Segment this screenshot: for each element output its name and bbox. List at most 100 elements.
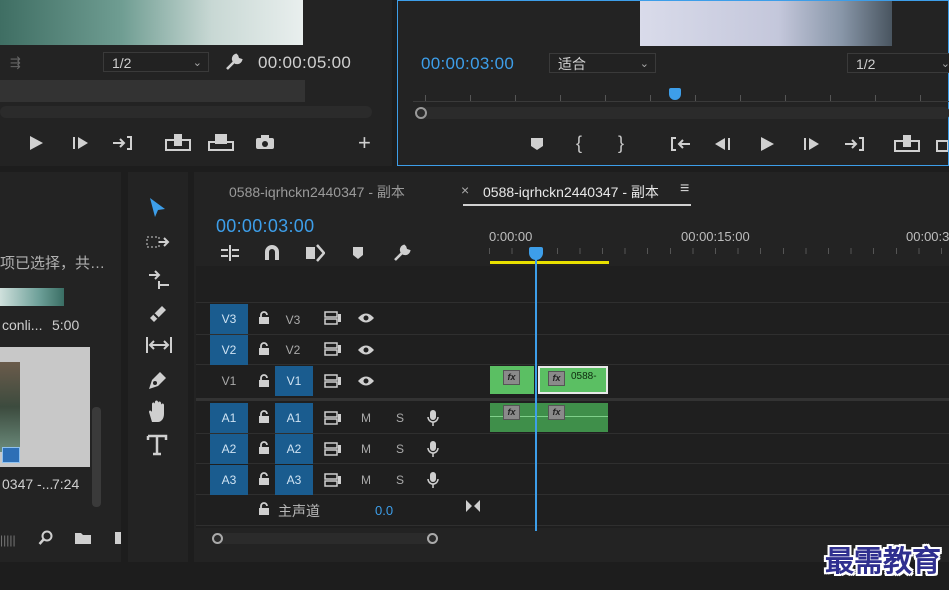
solo-button[interactable]: S [381, 403, 419, 433]
linked-selection-icon[interactable] [305, 244, 325, 262]
program-playhead-icon[interactable] [669, 88, 681, 100]
selection-tool-icon[interactable] [146, 196, 172, 222]
lock-icon[interactable] [258, 502, 270, 516]
new-item-icon[interactable] [114, 531, 121, 545]
timeline-tab-1[interactable]: 0588-iqrhckn2440347 - 副本 [229, 182, 405, 202]
step-forward-icon[interactable] [803, 136, 821, 152]
type-tool-icon[interactable] [146, 434, 172, 460]
sync-lock-icon[interactable] [324, 473, 342, 487]
solo-button[interactable]: S [381, 465, 419, 495]
nest-toggle-icon[interactable] [220, 244, 240, 262]
add-button-icon[interactable]: + [358, 132, 371, 154]
master-volume-value[interactable]: 0.0 [375, 503, 393, 518]
track-select-tool-icon[interactable] [146, 232, 172, 258]
wrench-icon[interactable] [224, 52, 244, 72]
go-to-out-icon[interactable] [112, 135, 134, 151]
zoom-handle-left[interactable] [212, 533, 223, 544]
track-target-a3[interactable]: A3 [275, 465, 313, 495]
add-marker-icon[interactable] [530, 137, 544, 151]
lock-icon[interactable] [258, 472, 270, 486]
timeline-zoom-scrollbar[interactable] [212, 533, 438, 544]
eye-icon[interactable] [357, 344, 375, 356]
eye-icon[interactable] [357, 375, 375, 387]
source-zoom-select[interactable]: 1/2 ⌄ [103, 52, 209, 72]
lock-icon[interactable] [258, 374, 270, 388]
video-clip-2[interactable]: fx 0588- [538, 366, 608, 394]
fit-select[interactable]: 适合 ⌄ [549, 53, 656, 73]
track-target-a2[interactable]: A2 [275, 434, 313, 464]
source-patch-v2[interactable]: V2 [210, 335, 248, 365]
source-ruler[interactable] [0, 80, 305, 102]
source-patch-v1[interactable]: V1 [210, 366, 248, 396]
go-to-edit-point-icon[interactable] [465, 499, 481, 513]
eye-icon[interactable] [357, 312, 375, 324]
overwrite-icon[interactable] [208, 133, 234, 151]
ripple-edit-tool-icon[interactable] [146, 267, 172, 293]
project-item-2-name[interactable]: 0347 -... [2, 476, 53, 492]
insert-icon[interactable] [165, 133, 191, 151]
sync-lock-icon[interactable] [324, 342, 342, 356]
go-to-in-icon[interactable] [669, 136, 691, 152]
camera-icon[interactable] [255, 134, 275, 150]
hand-tool-icon[interactable] [146, 400, 172, 426]
program-scrollbar[interactable] [415, 107, 949, 119]
mute-button[interactable]: M [347, 403, 385, 433]
sync-lock-icon[interactable] [324, 311, 342, 325]
step-back-icon[interactable] [713, 136, 731, 152]
audio-clip[interactable]: fx fx [490, 403, 608, 432]
lift-icon[interactable] [894, 134, 920, 152]
solo-button[interactable]: S [381, 434, 419, 464]
zoom-slider-icon[interactable]: ||||| [0, 532, 16, 548]
microphone-icon[interactable] [427, 409, 439, 427]
slip-tool-icon[interactable] [145, 335, 172, 361]
play-icon[interactable] [28, 135, 44, 151]
lock-icon[interactable] [258, 410, 270, 424]
lock-icon[interactable] [258, 342, 270, 356]
source-scrollbar[interactable] [0, 106, 372, 118]
timeline-settings-wrench-icon[interactable] [392, 243, 412, 263]
source-patch-v3[interactable]: V3 [210, 304, 248, 334]
mark-out-icon[interactable]: } [618, 134, 624, 152]
video-clip-1[interactable]: fx [490, 366, 534, 394]
track-target-v1[interactable]: V1 [275, 366, 313, 396]
scroll-handle[interactable] [415, 107, 427, 119]
mute-button[interactable]: M [347, 434, 385, 464]
track-target-a1[interactable]: A1 [275, 403, 313, 433]
project-scrollbar[interactable] [92, 407, 101, 507]
sync-lock-icon[interactable] [324, 442, 342, 456]
microphone-icon[interactable] [427, 471, 439, 489]
play-icon[interactable] [759, 136, 775, 152]
search-icon[interactable] [38, 530, 54, 546]
lock-icon[interactable] [258, 311, 270, 325]
project-item-2-thumb[interactable] [0, 347, 90, 467]
snap-magnet-icon[interactable] [263, 244, 281, 262]
panel-menu-icon[interactable]: ≡ [680, 180, 689, 198]
go-to-out-icon[interactable] [844, 136, 866, 152]
program-zoom-select[interactable]: 1/2 ⌄ [847, 53, 949, 73]
folder-icon[interactable] [74, 531, 92, 545]
timeline-ruler[interactable]: 0:00:00 00:00:15:00 00:00:3 [489, 226, 949, 266]
timeline-timecode[interactable]: 00:00:03:00 [216, 216, 314, 237]
lock-icon[interactable] [258, 441, 270, 455]
razor-tool-icon[interactable] [146, 302, 172, 328]
program-ruler[interactable] [413, 83, 949, 102]
mute-button[interactable]: M [347, 465, 385, 495]
microphone-icon[interactable] [427, 440, 439, 458]
mark-in-icon[interactable]: { [576, 134, 582, 152]
track-name-v2[interactable]: V2 [274, 335, 312, 365]
work-area-bar[interactable] [490, 261, 609, 264]
program-timecode[interactable]: 00:00:03:00 [421, 54, 514, 74]
zoom-handle-right[interactable] [427, 533, 438, 544]
close-tab-icon[interactable]: × [461, 182, 469, 198]
track-name-v3[interactable]: V3 [274, 305, 312, 335]
timeline-tab-2[interactable]: 0588-iqrhckn2440347 - 副本 [483, 182, 659, 202]
source-patch-a1[interactable]: A1 [210, 403, 248, 433]
source-patch-a3[interactable]: A3 [210, 465, 248, 495]
extract-icon[interactable] [936, 134, 948, 152]
add-marker-icon[interactable] [352, 246, 364, 260]
sync-lock-icon[interactable] [324, 374, 342, 388]
sync-lock-icon[interactable] [324, 411, 342, 425]
step-forward-icon[interactable] [72, 135, 90, 151]
pen-tool-icon[interactable] [146, 368, 172, 394]
timeline-playhead-line[interactable] [535, 255, 537, 531]
